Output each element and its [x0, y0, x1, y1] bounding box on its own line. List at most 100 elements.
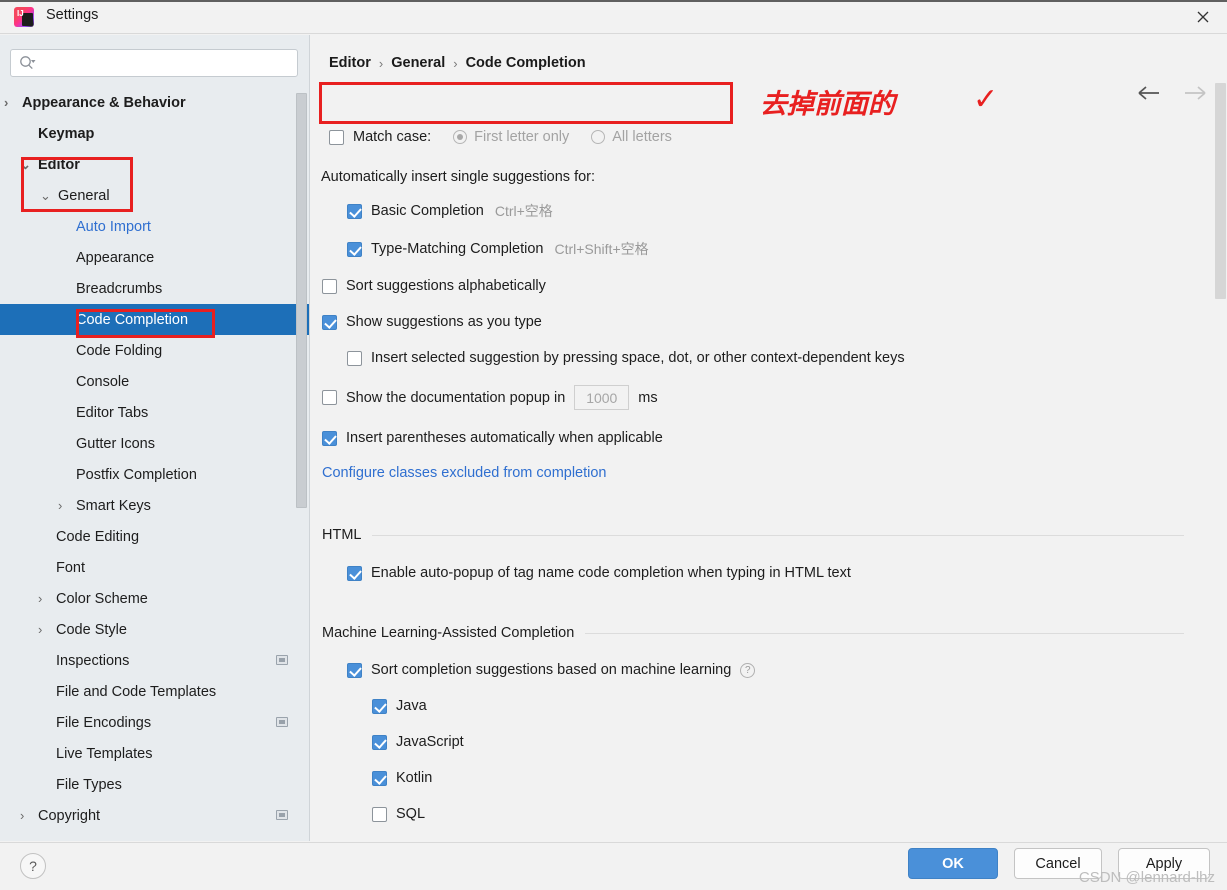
sidebar-item-label: General	[58, 187, 110, 204]
show-suggestions-label: Show suggestions as you type	[346, 314, 542, 330]
html-auto-popup-checkbox[interactable]	[347, 565, 362, 581]
show-suggestions-checkbox[interactable]	[322, 314, 337, 330]
settings-sidebar: › Appearance & Behavior Keymap ⌄ Editor ⌄ Gene…	[0, 35, 310, 841]
sidebar-item-file-encodings[interactable]: File Encodings	[0, 707, 309, 738]
insert-selected-suggestion-checkbox[interactable]	[347, 350, 362, 366]
chevron-down-icon[interactable]: ⌄	[20, 158, 31, 171]
sidebar-item-console[interactable]: Console	[0, 366, 309, 397]
breadcrumb-item-editor[interactable]: Editor	[329, 55, 371, 71]
sort-alphabetically-checkbox[interactable]	[322, 278, 337, 294]
insert-selected-suggestion-row: Insert selected suggestion by pressing s…	[347, 350, 905, 366]
sort-alphabetically-row: Sort suggestions alphabetically	[322, 278, 546, 294]
cancel-button[interactable]: Cancel	[1014, 848, 1102, 879]
ml-language-checkbox-java[interactable]	[372, 698, 387, 714]
sidebar-item-label: Editor Tabs	[76, 404, 149, 421]
html-auto-popup-label: Enable auto-popup of tag name code compl…	[371, 565, 851, 581]
arrow-left-icon[interactable]	[1137, 85, 1163, 106]
ml-section-header: Machine Learning-Assisted Completion	[322, 625, 1184, 641]
sidebar-item-label: Auto Import	[76, 218, 151, 235]
sidebar-item-copyright[interactable]: › Copyright	[0, 800, 309, 831]
breadcrumb-item-general[interactable]: General	[391, 55, 445, 71]
sidebar-item-editor[interactable]: ⌄ Editor	[0, 149, 309, 180]
chevron-right-icon[interactable]: ›	[20, 809, 24, 822]
sidebar-item-postfix-completion[interactable]: Postfix Completion	[0, 459, 309, 490]
chevron-right-icon[interactable]: ›	[4, 96, 8, 109]
sidebar-item-font[interactable]: Font	[0, 552, 309, 583]
sidebar-item-inspections[interactable]: Inspections	[0, 645, 309, 676]
sidebar-item-label: Smart Keys	[76, 497, 151, 514]
doc-popup-checkbox[interactable]	[322, 390, 337, 405]
sidebar-item-code-folding[interactable]: Code Folding	[0, 335, 309, 366]
sidebar-item-gutter-icons[interactable]: Gutter Icons	[0, 428, 309, 459]
sidebar-item-label: Postfix Completion	[76, 466, 197, 483]
sidebar-scrollbar-thumb[interactable]	[296, 93, 307, 508]
sidebar-item-code-completion[interactable]: Code Completion	[0, 304, 309, 335]
section-divider	[372, 534, 1184, 536]
ml-language-checkbox-kotlin[interactable]	[372, 770, 387, 786]
sidebar-item-label: Gutter Icons	[76, 435, 155, 452]
doc-popup-delay-input[interactable]: 1000	[574, 385, 630, 410]
basic-completion-checkbox[interactable]	[347, 203, 362, 219]
all-letters-radio[interactable]	[591, 130, 606, 144]
sidebar-item-label: Keymap	[38, 125, 95, 142]
sidebar-item-label: Console	[76, 373, 130, 390]
insert-parentheses-label: Insert parentheses automatically when ap…	[346, 430, 663, 446]
settings-tree: › Appearance & Behavior Keymap ⌄ Editor ⌄ Gene…	[0, 87, 309, 831]
chevron-right-icon[interactable]: ›	[38, 623, 42, 636]
configure-excluded-classes-link[interactable]: Configure classes excluded from completi…	[322, 465, 607, 481]
doc-popup-unit-label: ms	[638, 389, 658, 406]
sidebar-item-code-editing[interactable]: Code Editing	[0, 521, 309, 552]
project-scope-icon	[276, 655, 288, 665]
sidebar-item-color-scheme[interactable]: › Color Scheme	[0, 583, 309, 614]
ml-section-title: Machine Learning-Assisted Completion	[322, 625, 575, 641]
ml-language-checkbox-sql[interactable]	[372, 806, 387, 822]
intellij-idea-icon	[14, 7, 34, 27]
show-suggestions-row: Show suggestions as you type	[322, 314, 542, 330]
first-letter-only-radio[interactable]	[453, 130, 468, 144]
close-icon[interactable]	[1189, 4, 1217, 30]
html-section-title: HTML	[322, 527, 362, 543]
match-case-checkbox[interactable]	[329, 129, 344, 145]
chevron-right-icon[interactable]: ›	[58, 499, 62, 512]
sort-ml-checkbox[interactable]	[347, 662, 362, 678]
sidebar-item-breadcrumbs[interactable]: Breadcrumbs	[0, 273, 309, 304]
sidebar-item-editor-tabs[interactable]: Editor Tabs	[0, 397, 309, 428]
content-scrollbar-thumb[interactable]	[1215, 83, 1226, 299]
sidebar-item-smart-keys[interactable]: › Smart Keys	[0, 490, 309, 521]
ok-button[interactable]: OK	[908, 848, 998, 879]
sidebar-item-keymap[interactable]: Keymap	[0, 118, 309, 149]
sidebar-item-label: Code Style	[56, 621, 127, 638]
sidebar-item-appearance-behavior[interactable]: › Appearance & Behavior	[0, 87, 309, 118]
sidebar-item-general[interactable]: ⌄ General	[0, 180, 309, 211]
ml-language-label: Java	[396, 698, 427, 714]
question-circle-icon[interactable]: ?	[740, 662, 756, 678]
sidebar-item-code-style[interactable]: › Code Style	[0, 614, 309, 645]
help-button[interactable]: ?	[20, 853, 46, 879]
basic-completion-shortcut: Ctrl+空格	[494, 203, 553, 219]
ml-language-row: JavaScript	[372, 734, 464, 750]
search-input[interactable]	[10, 49, 298, 77]
sidebar-item-live-templates[interactable]: Live Templates	[0, 738, 309, 769]
sidebar-item-label: Code Completion	[76, 311, 189, 328]
ml-language-label: SQL	[396, 806, 426, 822]
sidebar-item-label: Font	[56, 559, 86, 576]
sort-alphabetically-label: Sort suggestions alphabetically	[346, 278, 546, 294]
basic-completion-row: Basic Completion Ctrl+空格	[347, 201, 553, 221]
sidebar-item-appearance[interactable]: Appearance	[0, 242, 309, 273]
apply-button[interactable]: Apply	[1118, 848, 1210, 879]
sidebar-item-label: Live Templates	[56, 745, 153, 762]
sidebar-item-file-types[interactable]: File Types	[0, 769, 309, 800]
chevron-down-icon[interactable]: ⌄	[40, 189, 51, 202]
ml-language-row: Java	[372, 698, 427, 714]
sidebar-item-file-and-code-templates[interactable]: File and Code Templates	[0, 676, 309, 707]
sidebar-item-label: Code Folding	[76, 342, 163, 359]
title-bar: Settings	[0, 0, 1227, 34]
doc-popup-row: Show the documentation popup in 1000 ms	[322, 385, 658, 410]
insert-parentheses-checkbox[interactable]	[322, 430, 337, 446]
sidebar-item-auto-import[interactable]: Auto Import	[0, 211, 309, 242]
chevron-right-icon[interactable]: ›	[38, 592, 42, 605]
sidebar-item-label: Copyright	[38, 807, 101, 824]
type-matching-completion-checkbox[interactable]	[347, 241, 362, 257]
ml-language-checkbox-javascript[interactable]	[372, 734, 387, 750]
type-matching-completion-row: Type-Matching Completion Ctrl+Shift+空格	[347, 239, 649, 259]
